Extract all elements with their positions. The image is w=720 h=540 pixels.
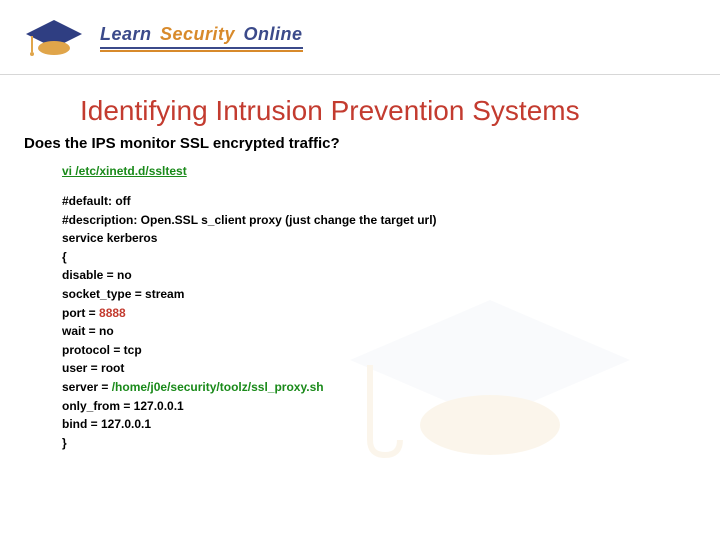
config-line: service kerberos — [62, 229, 720, 248]
xinetd-config: #default: off #description: Open.SSL s_c… — [62, 192, 720, 452]
config-line: } — [62, 434, 720, 453]
brand-rule-blue — [100, 47, 303, 49]
grad-cap-icon — [22, 16, 86, 60]
config-line: server = /home/j0e/security/toolz/ssl_pr… — [62, 378, 720, 397]
header: Learn Security Online — [0, 0, 720, 75]
port-value: 8888 — [99, 306, 126, 320]
server-value: /home/j0e/security/toolz/ssl_proxy.sh — [112, 380, 324, 394]
config-line: { — [62, 248, 720, 267]
port-key: port = — [62, 306, 99, 320]
config-line: bind = 127.0.0.1 — [62, 415, 720, 434]
config-line: protocol = tcp — [62, 341, 720, 360]
brand-text: Learn Security Online — [100, 24, 303, 52]
config-line: #description: Open.SSL s_client proxy (j… — [62, 211, 720, 230]
brand-rule-orange — [100, 50, 303, 52]
config-line: wait = no — [62, 322, 720, 341]
config-line: #default: off — [62, 192, 720, 211]
server-key: server = — [62, 380, 112, 394]
vi-command: vi /etc/xinetd.d/ssltest — [62, 164, 720, 178]
config-line: only_from = 127.0.0.1 — [62, 397, 720, 416]
slide-title: Identifying Intrusion Prevention Systems — [80, 95, 720, 127]
config-line: user = root — [62, 359, 720, 378]
brand-online: Online — [243, 24, 302, 44]
config-line: port = 8888 — [62, 304, 720, 323]
slide-subtitle: Does the IPS monitor SSL encrypted traff… — [24, 135, 720, 152]
brand-security: Security — [160, 24, 235, 44]
config-line: socket_type = stream — [62, 285, 720, 304]
brand-learn: Learn — [100, 24, 152, 44]
config-line: disable = no — [62, 266, 720, 285]
